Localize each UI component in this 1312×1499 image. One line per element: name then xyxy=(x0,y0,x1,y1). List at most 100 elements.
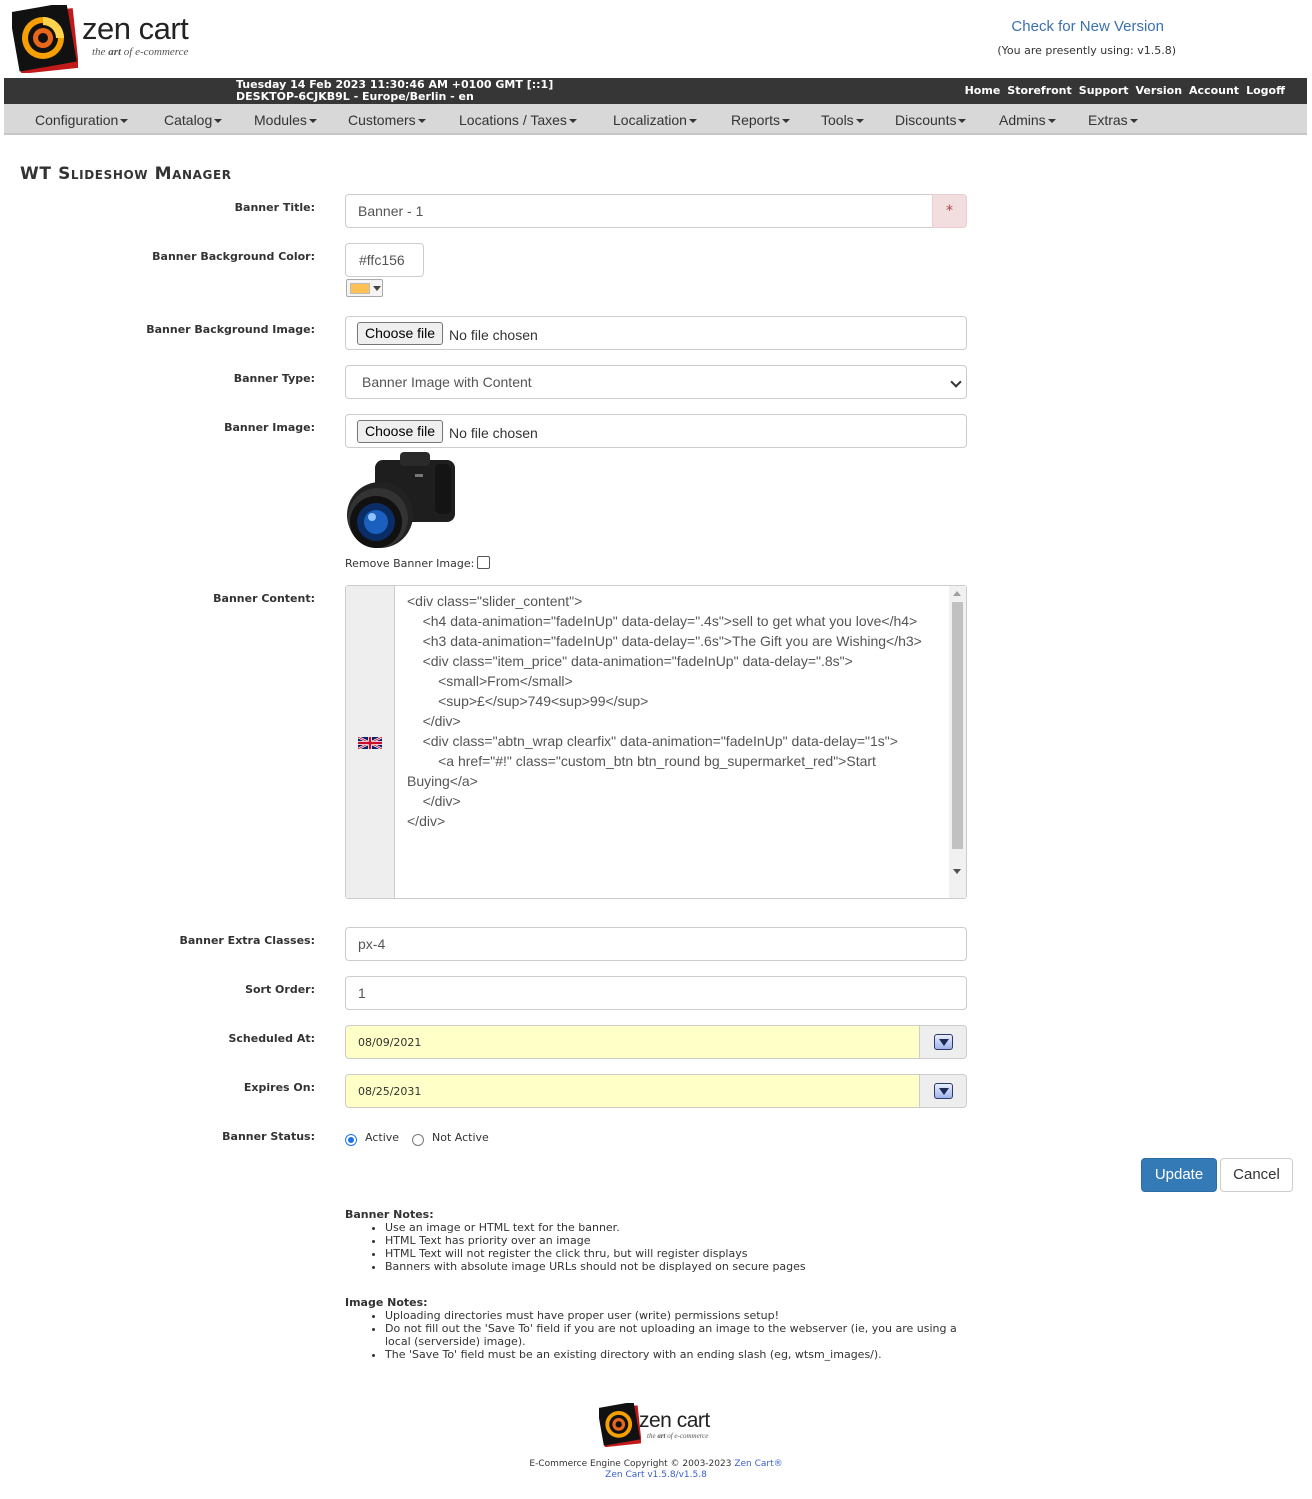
bg-color-label: Banner Background Color: xyxy=(152,250,315,263)
page-title: WT Slideshow Manager xyxy=(20,164,232,184)
main-menu: Configuration Catalog Modules Customers … xyxy=(4,104,1307,135)
menu-discounts[interactable]: Discounts xyxy=(895,112,967,128)
expires-date-input[interactable]: 08/25/2031 xyxy=(345,1074,920,1108)
caret-down-icon xyxy=(855,119,864,124)
top-link-support[interactable]: Support xyxy=(1079,84,1129,97)
top-link-storefront[interactable]: Storefront xyxy=(1007,84,1071,97)
current-version-text: (You are presently using: v1.5.8) xyxy=(997,44,1176,57)
content-label: Banner Content: xyxy=(213,592,315,605)
chevron-down-icon xyxy=(950,376,962,388)
file-status: No file chosen xyxy=(449,425,538,441)
banner-type-value: Banner Image with Content xyxy=(362,374,532,390)
top-link-version[interactable]: Version xyxy=(1136,84,1183,97)
status-inactive-label: Not Active xyxy=(432,1131,489,1144)
caret-down-icon xyxy=(568,119,577,124)
zen-cart-logo-icon xyxy=(597,1401,642,1448)
scheduled-calendar-button[interactable] xyxy=(919,1025,967,1059)
menu-localization[interactable]: Localization xyxy=(613,112,697,128)
choose-file-button[interactable]: Choose file xyxy=(357,420,444,443)
banner-type-select[interactable]: Banner Image with Content xyxy=(345,365,967,399)
extra-classes-input[interactable]: px-4 xyxy=(345,927,967,961)
file-status: No file chosen xyxy=(449,327,538,343)
server-info: Tuesday 14 Feb 2023 11:30:46 AM +0100 GM… xyxy=(236,79,553,103)
check-new-version-link[interactable]: Check for New Version xyxy=(1011,18,1164,35)
footer-logo-tagline: the art of e-commerce xyxy=(647,1432,709,1440)
menu-reports[interactable]: Reports xyxy=(731,112,791,128)
menu-extras[interactable]: Extras xyxy=(1088,112,1138,128)
caret-down-icon xyxy=(1047,119,1056,124)
top-link-account[interactable]: Account xyxy=(1189,84,1239,97)
menu-admins[interactable]: Admins xyxy=(999,112,1056,128)
top-link-home[interactable]: Home xyxy=(965,84,1001,97)
zen-cart-logo-icon xyxy=(9,2,79,74)
zen-cart-link[interactable]: Zen Cart® xyxy=(734,1459,782,1469)
scheduled-label: Scheduled At: xyxy=(228,1032,315,1045)
scroll-up-icon[interactable] xyxy=(953,591,961,596)
banner-title-label: Banner Title: xyxy=(234,201,315,214)
banner-image-preview xyxy=(347,452,455,548)
footer-copyright: E-Commerce Engine Copyright © 2003-2023 … xyxy=(529,1459,783,1480)
image-notes: Image Notes: Uploading directories must … xyxy=(345,1296,975,1361)
footer-logo[interactable]: zen cart the art of e-commerce xyxy=(597,1401,719,1448)
caret-down-icon xyxy=(120,119,129,124)
server-host: DESKTOP-6CJKB9L - Europe/Berlin - en xyxy=(236,90,474,103)
extra-classes-label: Banner Extra Classes: xyxy=(179,934,316,947)
status-label: Banner Status: xyxy=(222,1130,315,1143)
caret-down-icon xyxy=(1129,119,1138,124)
zen-cart-logo[interactable]: zen cart the art of e-commerce xyxy=(9,2,202,74)
caret-down-icon xyxy=(417,119,426,124)
scrollbar-thumb[interactable] xyxy=(952,602,963,849)
menu-customers[interactable]: Customers xyxy=(348,112,426,128)
bg-color-input[interactable]: #ffc156 xyxy=(345,243,424,277)
menu-locations-taxes[interactable]: Locations / Taxes xyxy=(459,112,577,128)
list-item: Use an image or HTML text for the banner… xyxy=(385,1221,975,1234)
sort-order-input[interactable]: 1 xyxy=(345,976,967,1010)
caret-down-icon xyxy=(958,119,967,124)
zen-cart-version-link[interactable]: Zen Cart v1.5.8/v1.5.8 xyxy=(605,1470,707,1480)
status-active-radio[interactable] xyxy=(345,1134,357,1146)
banner-title-input[interactable]: Banner - 1 xyxy=(345,194,933,228)
remove-banner-image-label: Remove Banner Image: xyxy=(345,557,475,570)
footer-logo-wordmark: zen cart xyxy=(639,1409,710,1432)
color-swatch xyxy=(350,283,370,294)
menu-catalog[interactable]: Catalog xyxy=(164,112,223,128)
dropdown-arrow-icon xyxy=(373,286,381,291)
menu-configuration[interactable]: Configuration xyxy=(35,112,129,128)
expires-label: Expires On: xyxy=(243,1081,315,1094)
top-link-logoff[interactable]: Logoff xyxy=(1246,84,1285,97)
sort-order-label: Sort Order: xyxy=(245,983,315,996)
calendar-icon xyxy=(934,1034,953,1050)
color-picker-button[interactable] xyxy=(346,279,383,297)
image-notes-title: Image Notes: xyxy=(345,1296,428,1309)
expires-calendar-button[interactable] xyxy=(919,1074,967,1108)
list-item: HTML Text has priority over an image xyxy=(385,1234,975,1247)
top-links: Home Storefront Support Version Account Logof… xyxy=(958,84,1285,97)
menu-tools[interactable]: Tools xyxy=(821,112,864,128)
textarea-scrollbar[interactable] xyxy=(949,586,966,898)
status-inactive-radio[interactable] xyxy=(412,1134,424,1146)
banner-image-file-input[interactable]: Choose file No file chosen xyxy=(345,414,967,448)
banner-notes: Banner Notes: Use an image or HTML text … xyxy=(345,1208,975,1273)
calendar-icon xyxy=(934,1083,953,1099)
menu-modules[interactable]: Modules xyxy=(254,112,317,128)
cancel-button[interactable]: Cancel xyxy=(1220,1158,1293,1192)
update-button[interactable]: Update xyxy=(1141,1158,1217,1192)
language-cell xyxy=(346,586,395,898)
list-item: Do not fill out the 'Save To' field if y… xyxy=(385,1322,975,1348)
banner-content-textarea[interactable]: <div class="slider_content"> <h4 data-an… xyxy=(397,591,947,896)
choose-file-button[interactable]: Choose file xyxy=(357,322,444,345)
scheduled-date-input[interactable]: 08/09/2021 xyxy=(345,1025,920,1059)
bg-image-file-input[interactable]: Choose file No file chosen xyxy=(345,316,967,350)
list-item: The 'Save To' field must be an existing … xyxy=(385,1348,975,1361)
uk-flag-icon xyxy=(358,736,382,750)
banner-content-editor: <div class="slider_content"> <h4 data-an… xyxy=(345,585,967,899)
scroll-down-icon[interactable] xyxy=(953,869,961,874)
logo-wordmark: zen cart xyxy=(82,11,189,46)
bg-image-label: Banner Background Image: xyxy=(146,323,315,336)
remove-banner-image-checkbox[interactable] xyxy=(477,556,490,569)
list-item: Banners with absolute image URLs should … xyxy=(385,1260,975,1273)
caret-down-icon xyxy=(214,119,223,124)
caret-down-icon xyxy=(308,119,317,124)
banner-notes-title: Banner Notes: xyxy=(345,1208,434,1221)
banner-image-label: Banner Image: xyxy=(224,421,315,434)
